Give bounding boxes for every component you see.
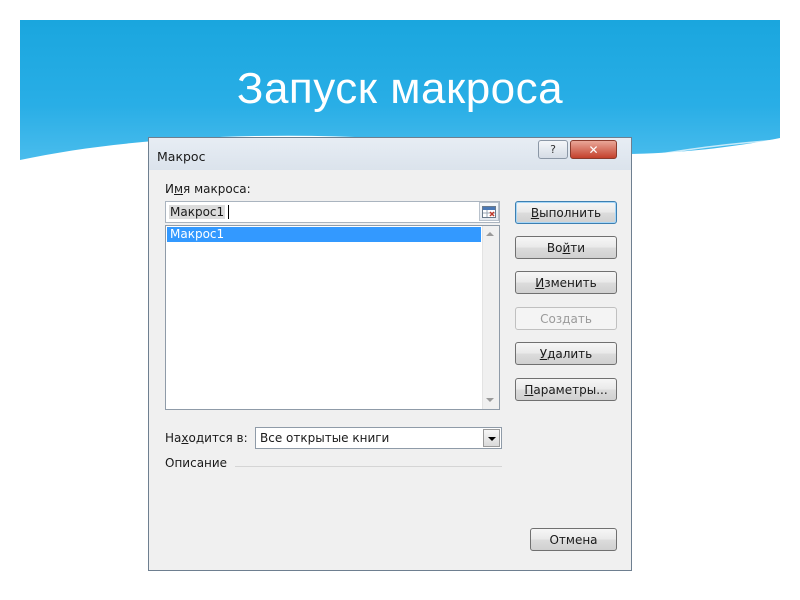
chevron-down-icon[interactable] xyxy=(483,429,500,447)
delete-button[interactable]: Удалить xyxy=(515,342,617,365)
close-icon: ✕ xyxy=(588,142,599,157)
macro-name-label: Имя макроса: xyxy=(165,182,251,196)
run-button[interactable]: Выполнить xyxy=(515,201,617,224)
close-button[interactable]: ✕ xyxy=(570,140,617,159)
cancel-button[interactable]: Отмена xyxy=(530,528,617,551)
help-icon: ? xyxy=(550,143,556,156)
slide-title: Запуск макроса xyxy=(236,64,564,113)
location-value: Все открытые книги xyxy=(260,431,390,445)
macro-list-item[interactable]: Макрос1 xyxy=(167,227,481,242)
macro-dialog: Макрос ? ✕ Имя макроса: Макрос1 Макрос1 … xyxy=(148,137,632,571)
dialog-titlebar[interactable]: Макрос ? ✕ xyxy=(149,138,631,170)
edit-button[interactable]: Изменить xyxy=(515,271,617,294)
location-select[interactable]: Все открытые книги xyxy=(255,427,502,449)
create-button[interactable]: Создать xyxy=(515,307,617,330)
help-button[interactable]: ? xyxy=(538,140,568,159)
macro-name-input[interactable]: Макрос1 xyxy=(165,201,500,223)
scroll-up-icon[interactable] xyxy=(486,232,494,236)
list-scrollbar[interactable] xyxy=(482,226,499,409)
text-caret xyxy=(228,205,229,219)
macro-name-value: Макрос1 xyxy=(169,205,226,219)
step-into-button[interactable]: Во й ти xyxy=(515,236,617,259)
scroll-down-icon[interactable] xyxy=(486,398,494,402)
dialog-title: Макрос xyxy=(157,149,206,164)
collapse-dialog-button[interactable] xyxy=(479,202,499,221)
range-select-icon xyxy=(482,205,496,218)
macro-list[interactable]: Макрос1 xyxy=(165,225,500,410)
location-label: Находится в: xyxy=(165,431,248,445)
options-button[interactable]: Параметры... xyxy=(515,378,617,401)
description-label: Описание xyxy=(165,456,228,470)
description-divider xyxy=(235,466,502,467)
